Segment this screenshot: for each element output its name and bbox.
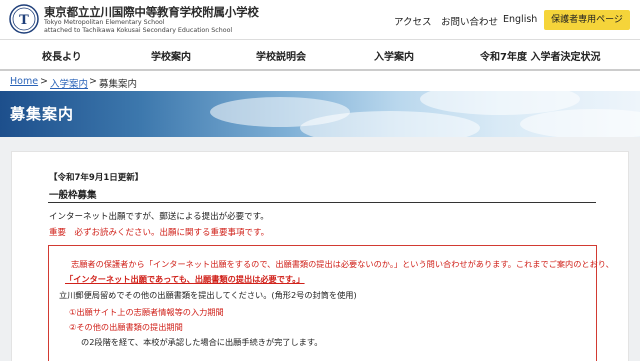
breadcrumb: Home > 入学案内 > 募集案内 [0,71,640,91]
intro-text: インターネット出願ですが、郵送による提出が必要です。 [49,212,269,222]
cloud-decoration [520,109,640,137]
school-name-en-line1: Tokyo Metropolitan Elementary School [44,19,165,26]
content-card: 【令和7年9月1日更新】 一般枠募集 インターネット出願ですが、郵送による提出が… [11,151,629,361]
update-date: 【令和7年9月1日更新】 [49,173,144,183]
notice-step-2: ②その他の出願書類の提出期間 [69,322,183,332]
school-name-ja[interactable]: 東京都立立川国際中等教育学校附属小学校 [44,4,259,20]
site-header: T 東京都立立川国際中等教育学校附属小学校 Tokyo Metropolitan… [0,0,640,40]
english-link[interactable]: English [503,14,537,25]
page-hero-banner: 募集案内 [0,91,640,137]
notice-line: 立川郵便局留めでその他の出願書類を提出してください。(角形2号の封筒を使用) [59,290,357,300]
school-name-en-line2: attached to Tachikawa Kokusai Secondary … [44,27,233,34]
breadcrumb-home-link[interactable]: Home [10,76,38,87]
section-heading: 一般枠募集 [49,190,97,201]
important-notice-box: 志願者の保護者から「インターネット出願をするので、出願書類の提出は必要ないのか。… [48,245,614,361]
cloud-decoration [300,111,480,137]
notice-line: 志願者の保護者から「インターネット出願をするので、出願書類の提出は必要ないのか。… [71,259,614,269]
breadcrumb-current: 募集案内 [99,79,138,90]
breadcrumb-admission-link[interactable]: 入学案内 [50,76,88,90]
notice-step-1: ①出願サイト上の志願者情報等の入力期間 [69,307,224,317]
nav-item-info-session[interactable]: 学校説明会 [256,48,306,63]
access-link[interactable]: アクセス [394,14,432,28]
breadcrumb-separator: > [40,76,48,87]
notice-line: の2段階を経て、本校が承認した場合に出願手続きが完了します。 [81,337,323,347]
page-title: 募集案内 [10,105,75,123]
contact-link[interactable]: お問い合わせ [441,14,498,28]
nav-item-school-guide[interactable]: 学校案内 [151,48,191,63]
school-emblem-icon[interactable]: T [9,4,39,34]
main-nav: 校長より 学校案内 学校説明会 入学案内 令和7年度 入学者決定状況 [0,40,640,71]
notice-emphasis: 「インターネット出願であっても、出願書類の提出は必要です。」 [65,274,305,284]
important-notice-text: 重要 必ずお読みください。出願に関する重要事項です。 [49,228,270,238]
guardian-page-button[interactable]: 保護者専用ページ [544,10,630,30]
breadcrumb-separator: > [89,76,97,87]
nav-item-admission-results[interactable]: 令和7年度 入学者決定状況 [480,48,600,63]
section-divider [48,202,596,203]
nav-item-admission[interactable]: 入学案内 [374,48,414,63]
nav-item-principal[interactable]: 校長より [42,48,82,63]
svg-text:T: T [19,13,29,28]
